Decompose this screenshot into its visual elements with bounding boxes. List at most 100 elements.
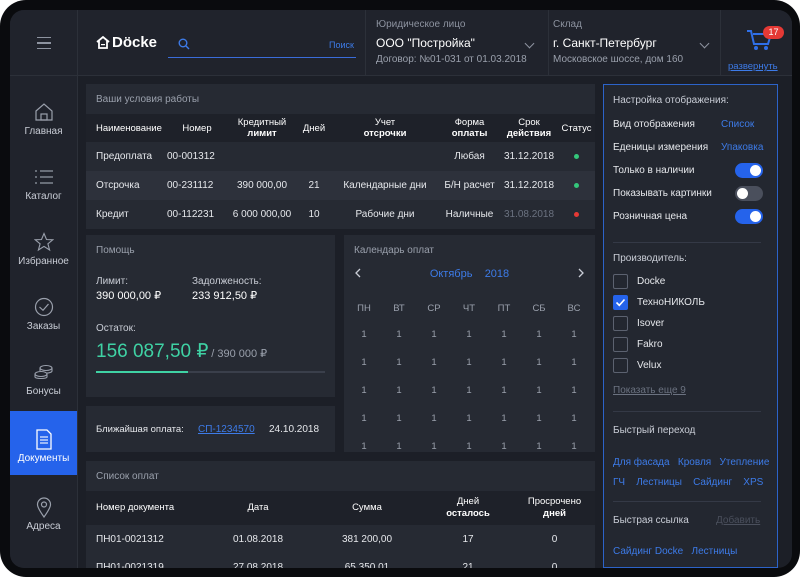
sidebar-item-addresses[interactable]: Адреса — [10, 479, 77, 543]
cart-button[interactable]: 17 развернуть — [720, 10, 792, 76]
calendar-day[interactable]: 1 — [494, 385, 514, 396]
search-button[interactable]: Поиск — [329, 40, 354, 50]
calendar-day[interactable]: 1 — [424, 413, 444, 424]
add-fast-link-button[interactable]: Добавить — [716, 515, 760, 526]
warehouse-selector[interactable]: Склад г. Санкт-Петербург Московское шосс… — [548, 10, 720, 76]
cell-payment: Любая — [454, 151, 485, 162]
status-cell — [558, 142, 595, 171]
calendar-day[interactable]: 1 — [564, 385, 584, 396]
calendar-day[interactable]: 1 — [354, 441, 374, 452]
calendar-day[interactable]: 1 — [354, 357, 374, 368]
calendar-day[interactable]: 1 — [424, 441, 444, 452]
col-header: Дней осталось — [422, 491, 514, 525]
sidebar-item-bonuses[interactable]: Бонусы — [10, 344, 77, 408]
check-circle-icon — [34, 297, 53, 317]
units-select[interactable]: Упаковка — [721, 142, 763, 153]
cell-date: 27.08.2018 — [232, 561, 284, 569]
legal-entity-selector[interactable]: Юридическое лицо ООО "Постройка" Договор… — [365, 10, 548, 76]
view-mode-select[interactable]: Список — [721, 119, 754, 130]
calendar-day[interactable]: 1 — [424, 329, 444, 340]
sidebar-item-label: Документы — [17, 453, 70, 464]
quick-link[interactable]: Сайдинг — [693, 477, 732, 488]
calendar-day[interactable]: 1 — [564, 441, 584, 452]
calendar-month-year[interactable]: Октябрь 2018 — [344, 268, 595, 280]
fast-link[interactable]: Сайдинг Docke — [613, 546, 683, 557]
calendar-day[interactable]: 1 — [389, 329, 409, 340]
calendar-day[interactable]: 1 — [389, 441, 409, 452]
logo[interactable]: Döcke — [96, 34, 157, 51]
balance-progress-track — [96, 371, 325, 373]
checkbox-docke[interactable] — [613, 274, 628, 289]
settings-panel: Настройка отображения: Вид отображения С… — [603, 84, 778, 568]
calendar-day[interactable]: 1 — [424, 357, 444, 368]
calendar-day[interactable]: 1 — [389, 385, 409, 396]
weekday-label: СБ — [532, 303, 546, 314]
quick-link[interactable]: ГЧ — [613, 477, 625, 488]
col-header: Просрочено дней — [514, 491, 595, 525]
search-field[interactable]: Поиск — [168, 32, 356, 58]
calendar-day[interactable]: 1 — [459, 441, 479, 452]
warehouse-city: г. Санкт-Петербург — [553, 36, 657, 50]
calendar-day[interactable]: 1 — [564, 329, 584, 340]
sidebar-item-favorites[interactable]: Избранное — [10, 214, 77, 278]
calendar-day[interactable]: 1 — [494, 329, 514, 340]
cell-days: 17 — [462, 533, 474, 545]
quick-link[interactable]: Для фасада — [613, 457, 670, 468]
table-row[interactable]: ПН01-0021312 01.08.2018 381 200,00 17 0 — [86, 525, 595, 553]
calendar-day[interactable]: 1 — [529, 413, 549, 424]
calendar-day[interactable]: 1 — [564, 357, 584, 368]
sidebar-item-documents[interactable]: Документы — [10, 411, 77, 475]
sidebar-item-home[interactable]: Главная — [10, 84, 77, 148]
checkbox-tehnonikol[interactable] — [613, 295, 628, 310]
calendar-day[interactable]: 1 — [424, 385, 444, 396]
table-row[interactable]: Отсрочка 00-231112 390 000,00 21 Календа… — [86, 171, 595, 200]
chevron-right-icon[interactable] — [577, 268, 585, 278]
cell-term: 31.12.2018 — [500, 171, 558, 200]
sidebar-item-catalog[interactable]: Каталог — [10, 149, 77, 213]
retail-price-toggle[interactable] — [735, 209, 763, 224]
checkbox-fakro[interactable] — [613, 337, 628, 352]
menu-button[interactable] — [10, 10, 78, 76]
cell-doc: ПН01-0021319 — [96, 561, 164, 569]
quick-link[interactable]: Лестницы — [636, 477, 682, 488]
next-payment-doc-link[interactable]: СП-1234570 — [198, 424, 255, 435]
checkbox-isover[interactable] — [613, 316, 628, 331]
balance-total: / 390 000 ₽ — [211, 348, 268, 360]
calendar-day[interactable]: 1 — [529, 385, 549, 396]
calendar-day[interactable]: 1 — [389, 413, 409, 424]
table-row[interactable]: ПН01-0021319 27.08.2018 65 350,01 21 0 — [86, 553, 595, 569]
calendar-day[interactable]: 1 — [494, 357, 514, 368]
calendar-day[interactable]: 1 — [354, 385, 374, 396]
calendar-day[interactable]: 1 — [459, 385, 479, 396]
table-row[interactable]: Предоплата 00-001312 Любая 31.12.2018 — [86, 142, 595, 171]
calendar-day[interactable]: 1 — [564, 413, 584, 424]
calendar-day[interactable]: 1 — [459, 329, 479, 340]
calendar-day[interactable]: 1 — [529, 357, 549, 368]
calendar-day[interactable]: 1 — [529, 441, 549, 452]
calendar-day[interactable]: 1 — [354, 413, 374, 424]
quick-link[interactable]: XPS — [743, 477, 763, 488]
show-images-toggle[interactable] — [735, 186, 763, 201]
fast-link[interactable]: Лестницы — [692, 546, 738, 557]
in-stock-toggle[interactable] — [735, 163, 763, 178]
col-header: Сумма — [312, 491, 422, 525]
cell-deferral — [331, 142, 439, 171]
expand-link[interactable]: развернуть — [728, 61, 778, 72]
checkmark-icon — [615, 298, 626, 307]
brand-label: Velux — [637, 360, 662, 371]
quick-link[interactable]: Кровля — [678, 457, 711, 468]
payments-panel: Список оплат Номер документа Дата Сумма … — [86, 461, 595, 568]
calendar-day[interactable]: 1 — [494, 441, 514, 452]
calendar-day[interactable]: 1 — [459, 357, 479, 368]
show-more-link[interactable]: Показать еще 9 — [613, 385, 686, 396]
checkbox-velux[interactable] — [613, 358, 628, 373]
calendar-day[interactable]: 1 — [459, 413, 479, 424]
calendar-day[interactable]: 1 — [389, 357, 409, 368]
table-row[interactable]: Кредит 00-112231 6 000 000,00 10 Рабочие… — [86, 200, 595, 229]
quick-link[interactable]: Утепление — [720, 457, 770, 468]
next-payment-panel: Ближайшая оплата: СП-1234570 24.10.2018 — [86, 406, 335, 452]
sidebar-item-orders[interactable]: Заказы — [10, 279, 77, 343]
calendar-day[interactable]: 1 — [494, 413, 514, 424]
calendar-day[interactable]: 1 — [529, 329, 549, 340]
calendar-day[interactable]: 1 — [354, 329, 374, 340]
